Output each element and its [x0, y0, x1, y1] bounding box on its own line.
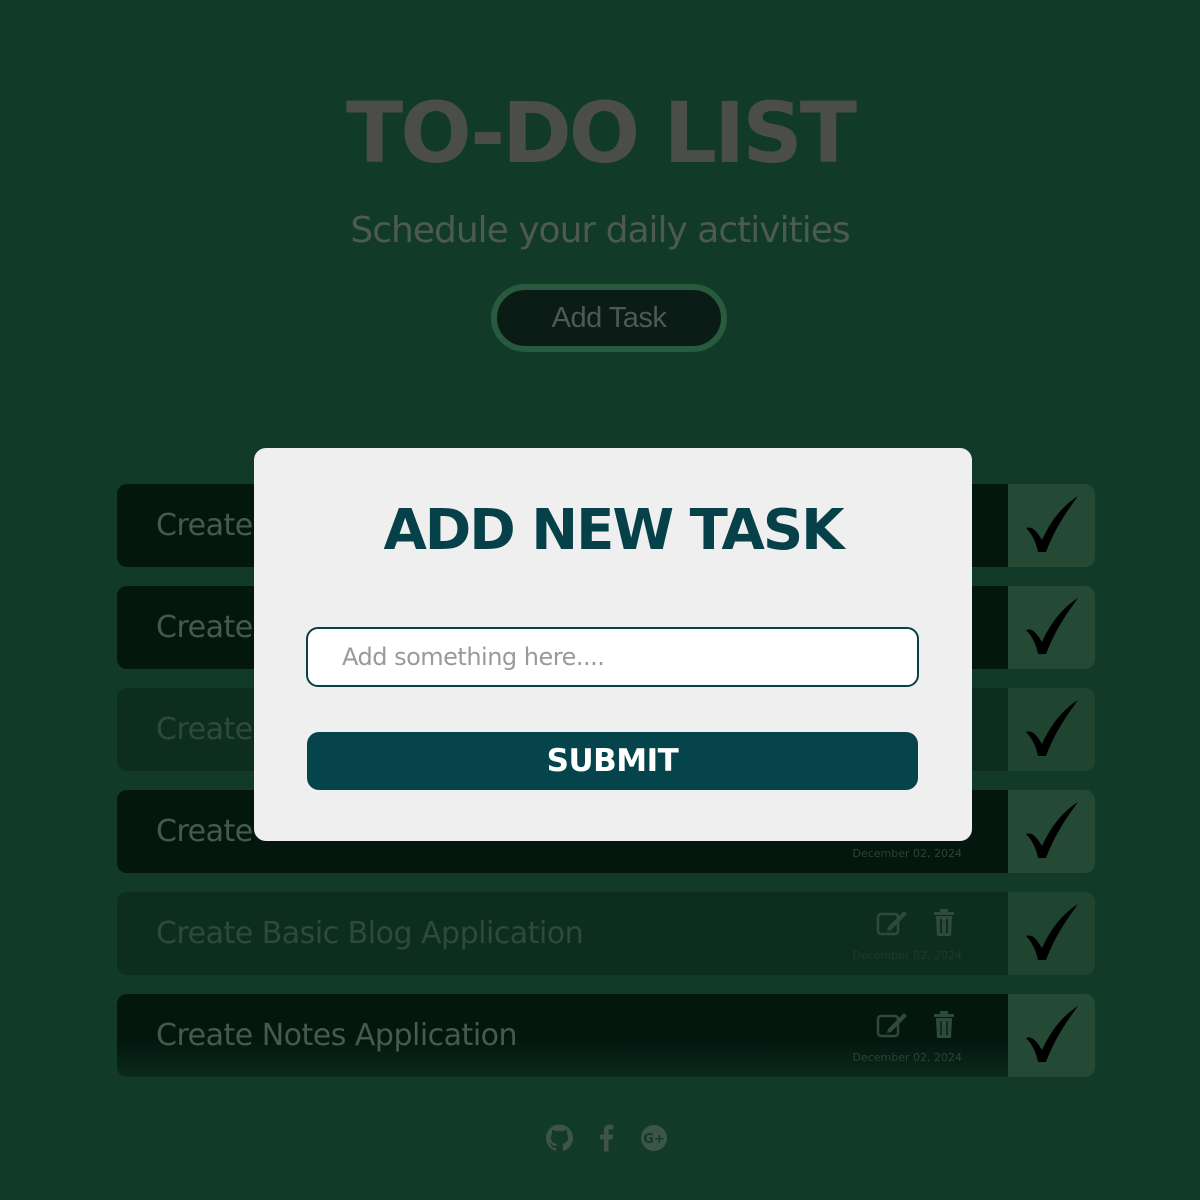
- complete-button[interactable]: [1008, 688, 1095, 771]
- add-task-button[interactable]: Add Task: [491, 284, 727, 352]
- page-subtitle: Schedule your daily activities: [350, 210, 850, 251]
- checkmark-icon: [1020, 1002, 1084, 1070]
- trash-icon[interactable]: [930, 909, 962, 937]
- modal-title: ADD NEW TASK: [383, 498, 844, 563]
- social-links: G+: [546, 1124, 667, 1152]
- task-date: December 02, 2024: [852, 847, 962, 860]
- edit-icon[interactable]: [876, 1011, 908, 1039]
- complete-button[interactable]: [1008, 790, 1095, 873]
- task-date: December 02, 2024: [852, 949, 962, 962]
- svg-text:G+: G+: [643, 1132, 665, 1147]
- google-plus-icon[interactable]: G+: [640, 1124, 667, 1152]
- task-actions: [876, 1011, 962, 1039]
- task-title: Create Basic Blog Application: [156, 916, 584, 951]
- checkmark-icon: [1020, 594, 1084, 662]
- add-task-modal: ADD NEW TASK SUBMIT: [254, 448, 972, 841]
- checkmark-icon: [1020, 798, 1084, 866]
- task-input[interactable]: [306, 627, 919, 687]
- task-title: Create Notes Application: [156, 1018, 518, 1053]
- task-date: December 02, 2024: [852, 1051, 962, 1064]
- checkmark-icon: [1020, 492, 1084, 560]
- page-title: TO-DO LIST: [345, 84, 857, 182]
- complete-button[interactable]: [1008, 586, 1095, 669]
- github-icon[interactable]: [546, 1124, 573, 1152]
- task-body: Create Basic Blog Application December 02…: [117, 892, 1008, 975]
- task-title: Create: [156, 712, 253, 747]
- task-row: Create Basic Blog Application December 02…: [117, 892, 1095, 975]
- submit-button[interactable]: SUBMIT: [307, 732, 918, 790]
- checkmark-icon: [1020, 696, 1084, 764]
- task-body: Create Notes Application December 02, 202…: [117, 994, 1008, 1077]
- task-title: Create: [156, 610, 253, 645]
- complete-button[interactable]: [1008, 892, 1095, 975]
- task-title: Create: [156, 814, 253, 849]
- trash-icon[interactable]: [930, 1011, 962, 1039]
- checkmark-icon: [1020, 900, 1084, 968]
- task-title: Create: [156, 508, 253, 543]
- task-actions: [876, 909, 962, 937]
- complete-button[interactable]: [1008, 484, 1095, 567]
- complete-button[interactable]: [1008, 994, 1095, 1077]
- edit-icon[interactable]: [876, 909, 908, 937]
- task-row: Create Notes Application December 02, 202…: [117, 994, 1095, 1077]
- facebook-icon[interactable]: [593, 1124, 620, 1152]
